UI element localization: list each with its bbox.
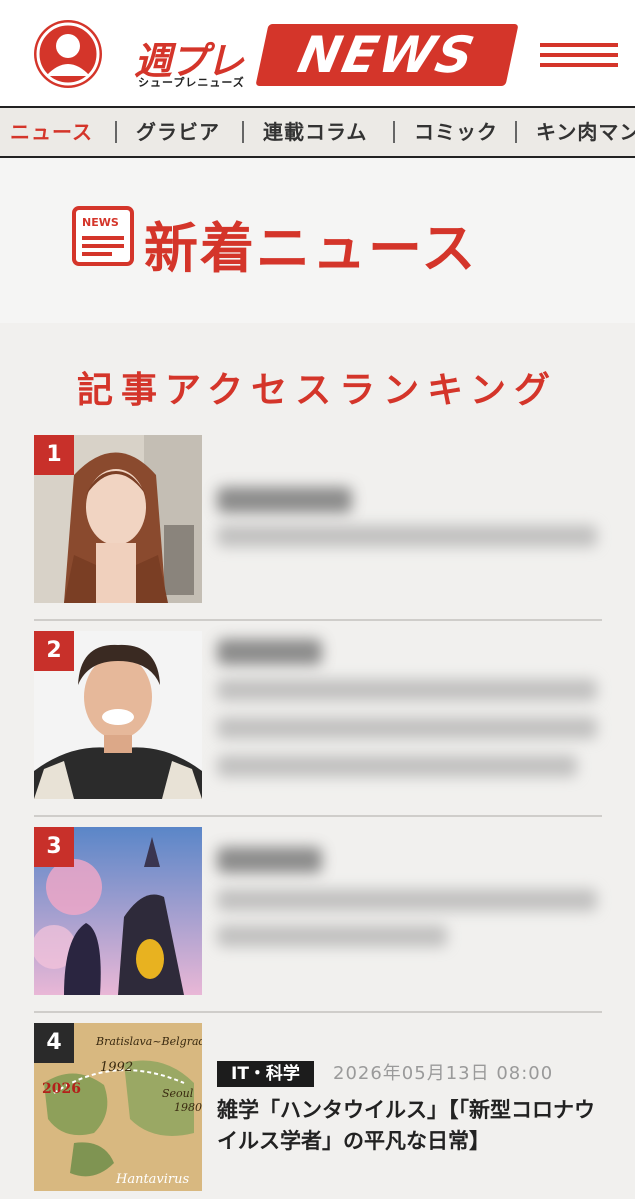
blurred-headline xyxy=(217,925,447,947)
ranking-section: 記事アクセスランキング 1 2 3 Bratislava~Belgrade 19… xyxy=(0,323,635,1199)
section-title: 新着ニュース xyxy=(144,217,478,280)
thumb-text-year3: 2026 xyxy=(42,1081,81,1097)
blurred-headline xyxy=(217,717,597,739)
blurred-headline xyxy=(217,889,597,911)
ranking-item[interactable]: 3 xyxy=(34,827,602,1013)
thumb-text-year1: 1992 xyxy=(100,1060,133,1075)
new-news-section: NEWS 新着ニュース xyxy=(0,158,635,323)
thumb-text-year2: 1980 xyxy=(174,1101,202,1114)
logo-news-text: NEWS xyxy=(293,26,481,84)
blurred-headline xyxy=(217,755,577,777)
site-header: 週プレ シュープレニューズ NEWS xyxy=(0,0,635,106)
newspaper-icon: NEWS xyxy=(72,206,134,266)
blurred-category xyxy=(217,847,322,873)
thumb-text-virus: Hantavirus xyxy=(115,1172,190,1187)
blurred-headline xyxy=(217,679,597,701)
category-badge[interactable]: IT・科学 xyxy=(217,1061,314,1087)
blurred-category xyxy=(217,639,322,665)
thumb-text-cities: Bratislava~Belgrade xyxy=(95,1035,202,1048)
logo-kana: シュープレニューズ xyxy=(138,76,245,89)
item-divider xyxy=(34,1011,602,1013)
newspaper-icon-tag: NEWS xyxy=(82,216,124,230)
ranking-item[interactable]: 1 xyxy=(34,435,602,621)
nav-item-gravure[interactable]: グラビア xyxy=(136,108,220,156)
account-button[interactable] xyxy=(34,20,102,88)
nav-separator xyxy=(515,121,517,143)
rank-badge: 3 xyxy=(34,827,74,867)
item-divider xyxy=(34,619,602,621)
thumb-text-city2: Seoul xyxy=(162,1087,194,1100)
ranking-title: 記事アクセスランキング xyxy=(76,369,559,411)
rank-badge: 2 xyxy=(34,631,74,671)
category-nav: ニュース グラビア 連載コラム コミック キン肉マン xyxy=(0,106,635,158)
nav-separator xyxy=(242,121,244,143)
ranking-item[interactable]: Bratislava~Belgrade 1992 Seoul 1980 2026… xyxy=(34,1023,602,1199)
nav-item-kinnikuman[interactable]: キン肉マン xyxy=(536,108,635,156)
article-headline[interactable]: 雑学「ハンタウイルス」【「新型コロナウイルス学者」の平凡な日常】 xyxy=(217,1095,602,1157)
nav-separator xyxy=(393,121,395,143)
blurred-headline xyxy=(217,525,597,547)
nav-item-news[interactable]: ニュース xyxy=(10,108,93,156)
logo-news-block: NEWS xyxy=(255,24,519,86)
ranking-item[interactable]: 2 xyxy=(34,631,602,817)
site-logo[interactable]: 週プレ シュープレニューズ NEWS xyxy=(134,24,519,89)
nav-item-comic[interactable]: コミック xyxy=(414,108,498,156)
nav-item-column[interactable]: 連載コラム xyxy=(263,108,367,156)
hamburger-menu-icon[interactable] xyxy=(540,40,618,70)
article-date: 2026年05月13日 08:00 xyxy=(333,1063,554,1084)
rank-badge: 1 xyxy=(34,435,74,475)
rank-badge: 4 xyxy=(34,1023,74,1063)
user-icon xyxy=(36,22,100,86)
nav-separator xyxy=(115,121,117,143)
blurred-category xyxy=(217,487,352,513)
item-divider xyxy=(34,815,602,817)
